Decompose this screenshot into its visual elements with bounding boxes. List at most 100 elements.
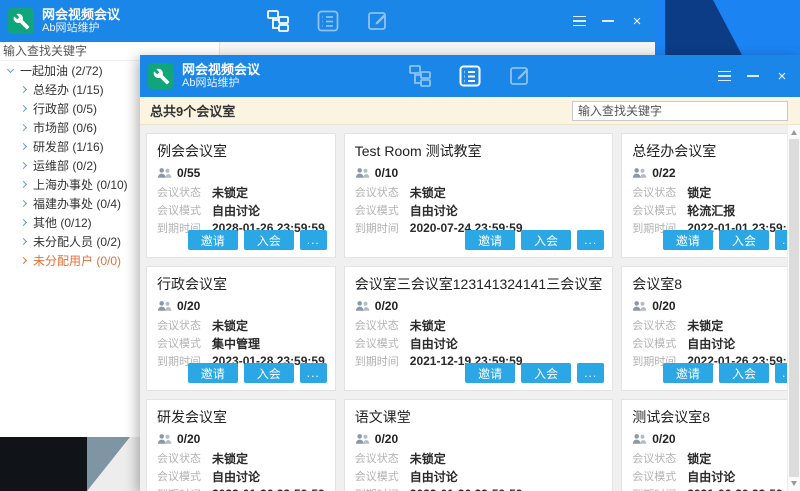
room-name: 行政会议室: [157, 274, 325, 294]
invite-button[interactable]: 邀请: [188, 363, 238, 383]
tree-item-label: 未分配人员 (0/2): [33, 233, 121, 250]
tree-item[interactable]: 福建办事处 (0/4): [0, 194, 140, 213]
more-button[interactable]: ...: [300, 363, 327, 383]
caret-icon[interactable]: [20, 257, 27, 264]
org-chart-icon[interactable]: [266, 9, 290, 33]
join-button[interactable]: 入会: [244, 230, 294, 250]
status-label: 会议状态: [355, 317, 410, 333]
tree-item[interactable]: 市场部 (0/6): [0, 118, 140, 137]
caret-icon[interactable]: [7, 66, 14, 73]
join-button[interactable]: 入会: [521, 363, 571, 383]
room-list-icon[interactable]: [458, 64, 482, 88]
menu-icon[interactable]: [569, 11, 589, 31]
caret-icon[interactable]: [20, 181, 27, 188]
participants-icon: [632, 167, 647, 179]
expire-label: 到期时间: [355, 353, 410, 369]
wallpaper-shape: [655, 0, 800, 55]
tree-item[interactable]: 其他 (0/12): [0, 213, 140, 232]
app-title: 网会视频会议: [42, 7, 120, 23]
tree-item-label: 行政部 (0/5): [33, 100, 97, 117]
join-button[interactable]: 入会: [719, 230, 769, 250]
room-search-input[interactable]: [572, 101, 788, 121]
mode-value: 自由讨论: [687, 468, 735, 485]
tree-item[interactable]: 运维部 (0/2): [0, 156, 140, 175]
edit-icon[interactable]: [508, 64, 532, 88]
room-name: 例会会议室: [157, 141, 325, 161]
minimize-icon[interactable]: [743, 66, 763, 86]
scroll-up-icon[interactable]: [791, 130, 797, 135]
room-card-grid: 例会会议室 0/55 会议状态 未锁定 会议模式 自由讨论 到期时间: [140, 125, 787, 491]
more-button[interactable]: ...: [577, 363, 604, 383]
close-icon[interactable]: ×: [772, 66, 792, 86]
join-button[interactable]: 入会: [719, 363, 769, 383]
participant-count: 0/20: [652, 432, 675, 446]
more-button[interactable]: ...: [775, 363, 787, 383]
close-icon[interactable]: ×: [627, 11, 647, 31]
tree-item[interactable]: 行政部 (0/5): [0, 99, 140, 118]
meeting-room-card: 总经办会议室 0/22 会议状态 锁定 会议模式 轮流汇报 到期时间: [621, 133, 787, 258]
scrollbar[interactable]: [787, 125, 800, 491]
meeting-room-card: 例会会议室 0/55 会议状态 未锁定 会议模式 自由讨论 到期时间: [146, 133, 336, 258]
caret-icon[interactable]: [20, 162, 27, 169]
tree-item[interactable]: 总经办 (1/15): [0, 80, 140, 99]
mode-label: 会议模式: [355, 335, 410, 351]
caret-icon[interactable]: [20, 105, 27, 112]
caret-icon[interactable]: [20, 86, 27, 93]
status-value: 未锁定: [212, 450, 248, 467]
tree-item[interactable]: 未分配用户 (0/0): [0, 251, 140, 270]
tree-item[interactable]: 研发部 (1/16): [0, 137, 140, 156]
caret-icon[interactable]: [20, 143, 27, 150]
minimize-icon[interactable]: [598, 11, 618, 31]
edit-icon[interactable]: [366, 9, 390, 33]
scroll-down-icon[interactable]: [791, 481, 797, 486]
tree-item[interactable]: 一起加油 (2/72): [0, 61, 140, 80]
wallpaper-shape: [87, 437, 130, 491]
room-count-summary: 总共9个会议室: [150, 101, 235, 120]
expire-label: 到期时间: [632, 486, 687, 491]
mode-label: 会议模式: [157, 335, 212, 351]
meeting-room-card: 会议室8 0/20 会议状态 未锁定 会议模式 自由讨论 到期时间: [621, 266, 787, 391]
invite-button[interactable]: 邀请: [188, 230, 238, 250]
front-titlebar[interactable]: 网会视频会议 Ab网站维护 ×: [140, 55, 800, 97]
back-titlebar[interactable]: 网会视频会议 Ab网站维护 ×: [0, 0, 655, 42]
invite-button[interactable]: 邀请: [465, 230, 515, 250]
invite-button[interactable]: 邀请: [663, 230, 713, 250]
join-button[interactable]: 入会: [244, 363, 294, 383]
tree-item[interactable]: 上海办事处 (0/10): [0, 175, 140, 194]
participants-icon: [355, 300, 370, 312]
participant-count: 0/55: [177, 166, 200, 180]
invite-button[interactable]: 邀请: [663, 363, 713, 383]
scrollbar-thumb[interactable]: [789, 139, 799, 477]
caret-icon[interactable]: [20, 124, 27, 131]
org-tree: 一起加油 (2/72) 总经办 (1/15) 行政部 (0/5) 市场部 (0/…: [0, 61, 140, 270]
participants-icon: [632, 433, 647, 445]
caret-icon[interactable]: [20, 219, 27, 226]
caret-icon[interactable]: [20, 238, 27, 245]
invite-button[interactable]: 邀请: [465, 363, 515, 383]
mode-value: 自由讨论: [687, 335, 735, 352]
more-button[interactable]: ...: [577, 230, 604, 250]
more-button[interactable]: ...: [775, 230, 787, 250]
room-list-icon[interactable]: [316, 9, 340, 33]
app-logo: [148, 63, 174, 89]
meeting-room-card: 会议室三会议室123141324141三会议室 0/20 会议状态 未锁定 会议…: [344, 266, 613, 391]
tree-item-label: 一起加油 (2/72): [20, 62, 103, 79]
room-name: 测试会议室8: [632, 407, 787, 427]
tree-item[interactable]: 未分配人员 (0/2): [0, 232, 140, 251]
desktop: 网会视频会议 Ab网站维护 × 一起加油 (2/72): [0, 0, 800, 491]
participants-icon: [157, 433, 172, 445]
mode-label: 会议模式: [355, 202, 410, 218]
status-value: 未锁定: [687, 317, 723, 334]
expire-value: 2021-06-30 23:59:59: [687, 487, 787, 491]
menu-icon[interactable]: [714, 66, 734, 86]
caret-icon[interactable]: [20, 200, 27, 207]
participants-icon: [355, 433, 370, 445]
mode-value: 轮流汇报: [687, 202, 735, 219]
mode-value: 自由讨论: [410, 468, 458, 485]
org-chart-icon[interactable]: [408, 64, 432, 88]
more-button[interactable]: ...: [300, 230, 327, 250]
tree-item-label: 其他 (0/12): [33, 214, 92, 231]
mode-value: 自由讨论: [212, 468, 260, 485]
join-button[interactable]: 入会: [521, 230, 571, 250]
status-value: 未锁定: [410, 184, 446, 201]
